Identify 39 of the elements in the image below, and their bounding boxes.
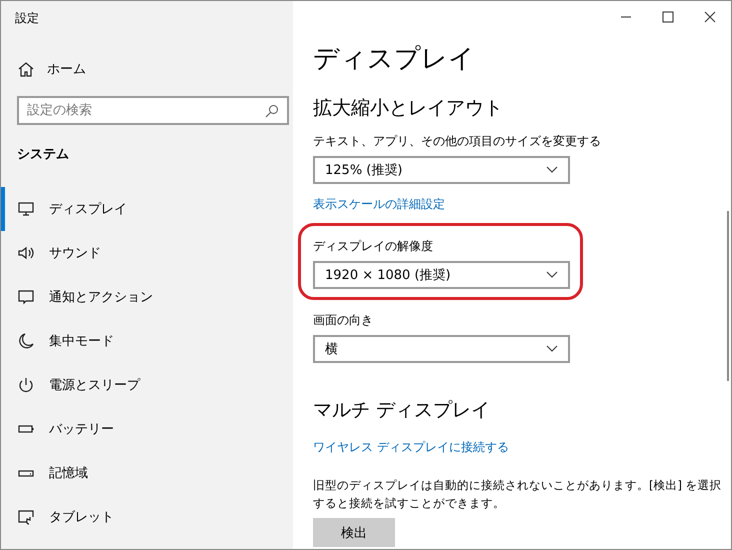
description-text: 旧型のディスプレイは自動的に接続されないことがあります。[検出] を選択すると接続を試すことができます。	[313, 477, 723, 512]
section-heading: 拡大縮小とレイアウト	[313, 96, 504, 121]
sidebar-item[interactable]: 電源とスリープ	[1, 363, 293, 407]
close-icon	[704, 11, 716, 23]
window-title: 設定	[14, 10, 40, 27]
connect-link[interactable]: ワイヤレス ディスプレイに接続する	[313, 439, 509, 456]
setting-label: ディスプレイの解像度	[313, 238, 434, 255]
home-icon	[17, 60, 35, 78]
power-icon	[17, 376, 35, 394]
scrollbar[interactable]	[727, 211, 729, 381]
sidebar-item[interactable]: タブレット	[1, 495, 293, 539]
maximize-icon	[662, 11, 674, 23]
tablet-icon	[17, 508, 35, 526]
sidebar-item[interactable]: 集中モード	[1, 319, 293, 363]
settings-link[interactable]: 表示スケールの詳細設定	[313, 196, 445, 213]
speaker-icon	[17, 244, 35, 262]
sidebar-item[interactable]: サウンド	[1, 231, 293, 275]
home-link[interactable]: ホーム	[17, 58, 293, 80]
dropdown[interactable]: 125% (推奨)	[313, 156, 570, 184]
dropdown[interactable]: 1920 × 1080 (推奨)	[313, 261, 570, 289]
detect-button[interactable]: 検出	[313, 518, 395, 547]
chevron-down-icon	[546, 166, 558, 174]
sidebar-item[interactable]: 記憶域	[1, 451, 293, 495]
chevron-down-icon	[546, 345, 558, 353]
moon-icon	[17, 332, 35, 350]
sidebar-item[interactable]: 通知とアクション	[1, 275, 293, 319]
sidebar-item[interactable]: バッテリー	[1, 407, 293, 451]
monitor-icon	[17, 200, 35, 218]
setting-label: 画面の向き	[313, 312, 374, 329]
dropdown[interactable]: 横	[313, 335, 570, 363]
message-icon	[17, 288, 35, 306]
page-title: ディスプレイ	[313, 43, 476, 76]
setting-label: テキスト、アプリ、その他の項目のサイズを変更する	[313, 133, 601, 150]
search-icon	[265, 104, 279, 118]
sidebar-item[interactable]: ディスプレイ	[1, 187, 293, 231]
chevron-down-icon	[546, 271, 558, 279]
section-heading: マルチ ディスプレイ	[313, 398, 492, 423]
section-heading: システム	[17, 146, 70, 163]
search-field[interactable]: 設定の検索	[17, 96, 289, 125]
